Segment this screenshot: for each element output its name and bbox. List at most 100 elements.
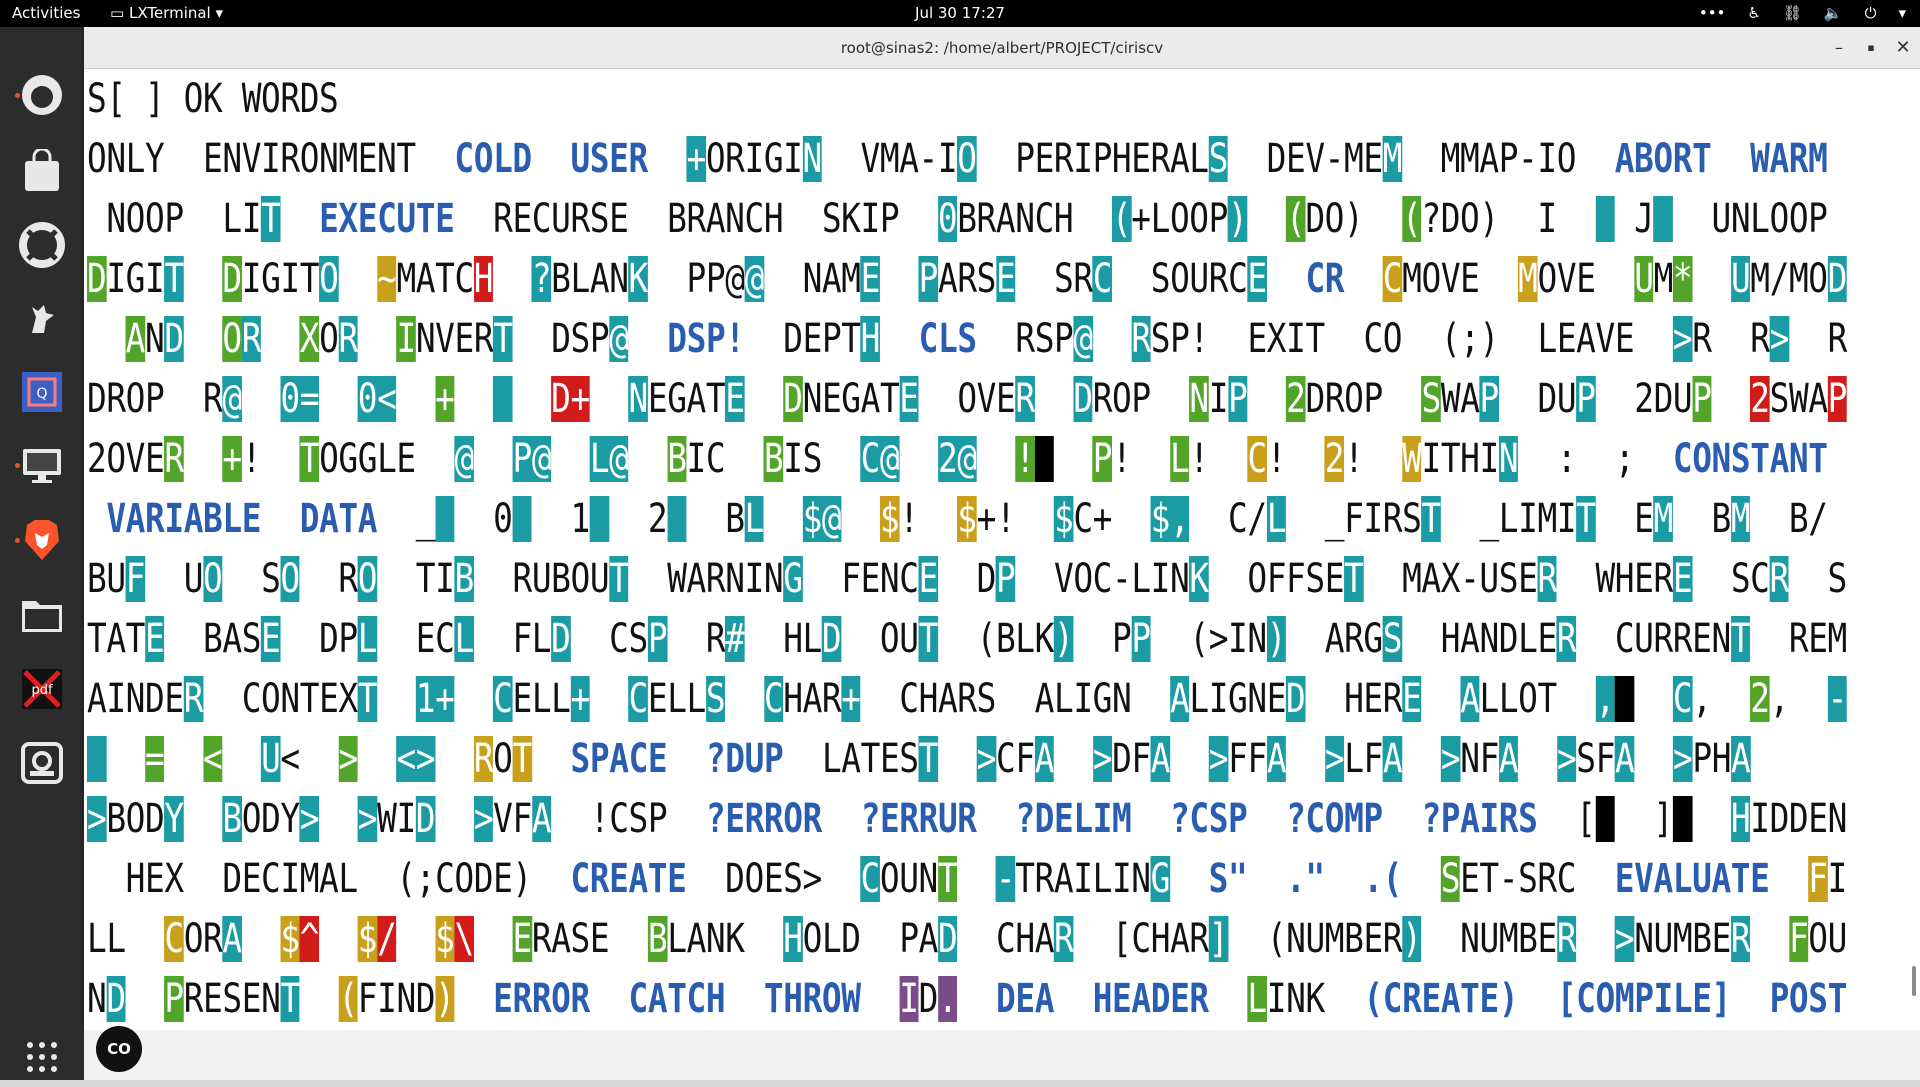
scrollbar[interactable] — [1910, 71, 1918, 1026]
highlighted-char: P — [1576, 376, 1596, 422]
terminal-text-segment: LATES — [783, 736, 919, 782]
terminal-text-segment: HANDLE — [1402, 616, 1557, 662]
highlighted-char: D — [783, 376, 803, 422]
chevron-down-icon[interactable]: ▾ — [1898, 0, 1906, 27]
terminal-text-segment: BOD — [106, 796, 165, 842]
highlighted-char: H — [860, 316, 880, 362]
keyword-text: ?PAIRS — [1421, 796, 1538, 842]
keyword-text: DSP! — [667, 316, 745, 362]
accessibility-icon[interactable]: ♿ — [1747, 0, 1760, 27]
terminal-text-segment: NEGAT — [802, 376, 900, 422]
terminal-text-segment: DU — [1498, 376, 1577, 422]
network-icon[interactable]: ⛓ — [1783, 0, 1802, 27]
highlighted-char: $, — [1150, 496, 1190, 542]
highlighted-char: T — [609, 556, 629, 602]
system-tray[interactable]: ••• ♿ ⛓ 🔈 ⏻ ▾ — [1699, 0, 1906, 27]
scrollbar-thumb[interactable] — [1912, 966, 1916, 996]
highlighted-char: ) — [1266, 616, 1287, 662]
minimize-button[interactable]: – — [1826, 35, 1852, 61]
terminal-text-segment: MOVE — [1402, 256, 1519, 302]
keyword-text: EVALUATE — [1614, 856, 1770, 902]
activities-button[interactable]: Activities — [12, 0, 80, 27]
dock-item-help[interactable] — [12, 215, 72, 275]
highlighted-char: 2 — [1750, 676, 1770, 722]
terminal-text-segment: , — [1692, 676, 1751, 722]
volume-icon[interactable]: 🔈 — [1824, 0, 1843, 27]
dock-item-qt-designer[interactable]: Q — [12, 362, 72, 422]
terminal-text-segment: CONTEX — [203, 676, 358, 722]
overflow-icon[interactable]: ••• — [1699, 0, 1726, 27]
highlighted-char: A — [531, 796, 552, 842]
dock-item-gimp[interactable] — [12, 289, 72, 349]
terminal-text-segment: R — [299, 556, 358, 602]
terminal-text-segment: < — [280, 736, 339, 782]
highlighted-char: M — [1653, 496, 1673, 542]
dock-item-brave[interactable] — [12, 510, 72, 570]
highlighted-char: < — [203, 736, 223, 782]
highlighted-char: D — [415, 796, 436, 842]
highlighted-char: $@ — [802, 496, 842, 542]
keyword-text: CLS — [918, 316, 977, 362]
show-applications-button[interactable] — [12, 1027, 72, 1087]
running-indicator — [15, 92, 20, 98]
highlighted-char: P — [1228, 376, 1248, 422]
highlighted-char: > — [1769, 316, 1789, 362]
highlighted-char: T — [937, 856, 958, 902]
highlighted-char: @ — [222, 376, 242, 422]
maximize-button[interactable]: ▪ — [1858, 35, 1884, 61]
close-button[interactable]: ✕ — [1890, 35, 1916, 61]
dock-item-software[interactable] — [12, 141, 72, 201]
terminal-text-segment: P — [1073, 616, 1132, 662]
terminal-text-segment: LF — [1344, 736, 1383, 782]
terminal-text-segment: DSP — [512, 316, 610, 362]
highlighted-char: P — [647, 616, 668, 662]
window-title-container: root@sinas2: /home/albert/PROJECT/cirisc… — [84, 27, 1920, 69]
highlighted-char: Y — [164, 796, 184, 842]
clock[interactable]: Jul 30 17:27 — [915, 4, 1005, 22]
app-menu[interactable]: ▭ LXTerminal ▾ — [110, 0, 223, 27]
dock-item-system-monitor[interactable] — [12, 435, 72, 495]
highlighted-char: E — [1672, 556, 1693, 602]
dock-item-files[interactable] — [12, 585, 72, 645]
highlighted-char: C — [493, 676, 513, 722]
highlighted-char: C — [164, 916, 184, 962]
power-icon[interactable]: ⏻ — [1865, 0, 1877, 27]
highlighted-char: @ — [454, 436, 474, 482]
dock: Q pdf — [0, 27, 84, 1080]
terminal-line: AINDER CONTEXT 1+ CELL+ CELLS CHAR+ CHAR… — [87, 669, 1847, 729]
terminal-text-segment: WI — [377, 796, 416, 842]
terminal-text-segment: C+ — [1073, 496, 1151, 542]
terminal-text-segment: VOC-LIN — [1015, 556, 1190, 602]
terminal-output[interactable]: S[ ] OK WORDS ONLY ENVIRONMENT COLD USER … — [84, 69, 1920, 1030]
highlighted-char: R — [1054, 916, 1074, 962]
highlighted-char: S — [1440, 856, 1461, 902]
terminal-text-segment: INK — [1266, 976, 1364, 1022]
keyword-text: ?DUP — [705, 736, 784, 782]
highlighted-char: R — [1015, 376, 1035, 422]
terminal-text-segment: S — [1788, 556, 1848, 602]
highlighted-char: > — [87, 796, 107, 842]
keyword-text: HEADER — [1092, 976, 1209, 1022]
highlighted-char: T — [280, 976, 300, 1022]
terminal-text-segment: NVER — [415, 316, 494, 362]
floating-badge[interactable]: CO — [96, 1026, 142, 1072]
terminal-text-segment: C/ — [1189, 496, 1267, 542]
highlighted-char: E — [512, 916, 532, 962]
dock-item-pdf-viewer[interactable]: pdf — [12, 659, 72, 719]
brave-lion-icon — [25, 520, 59, 560]
window-titlebar[interactable]: root@sinas2: /home/albert/PROJECT/cirisc… — [84, 27, 1920, 69]
dock-item-firefox[interactable] — [12, 65, 72, 125]
highlighted-char: > — [1440, 736, 1461, 782]
dock-item-screenshot[interactable] — [12, 733, 72, 793]
